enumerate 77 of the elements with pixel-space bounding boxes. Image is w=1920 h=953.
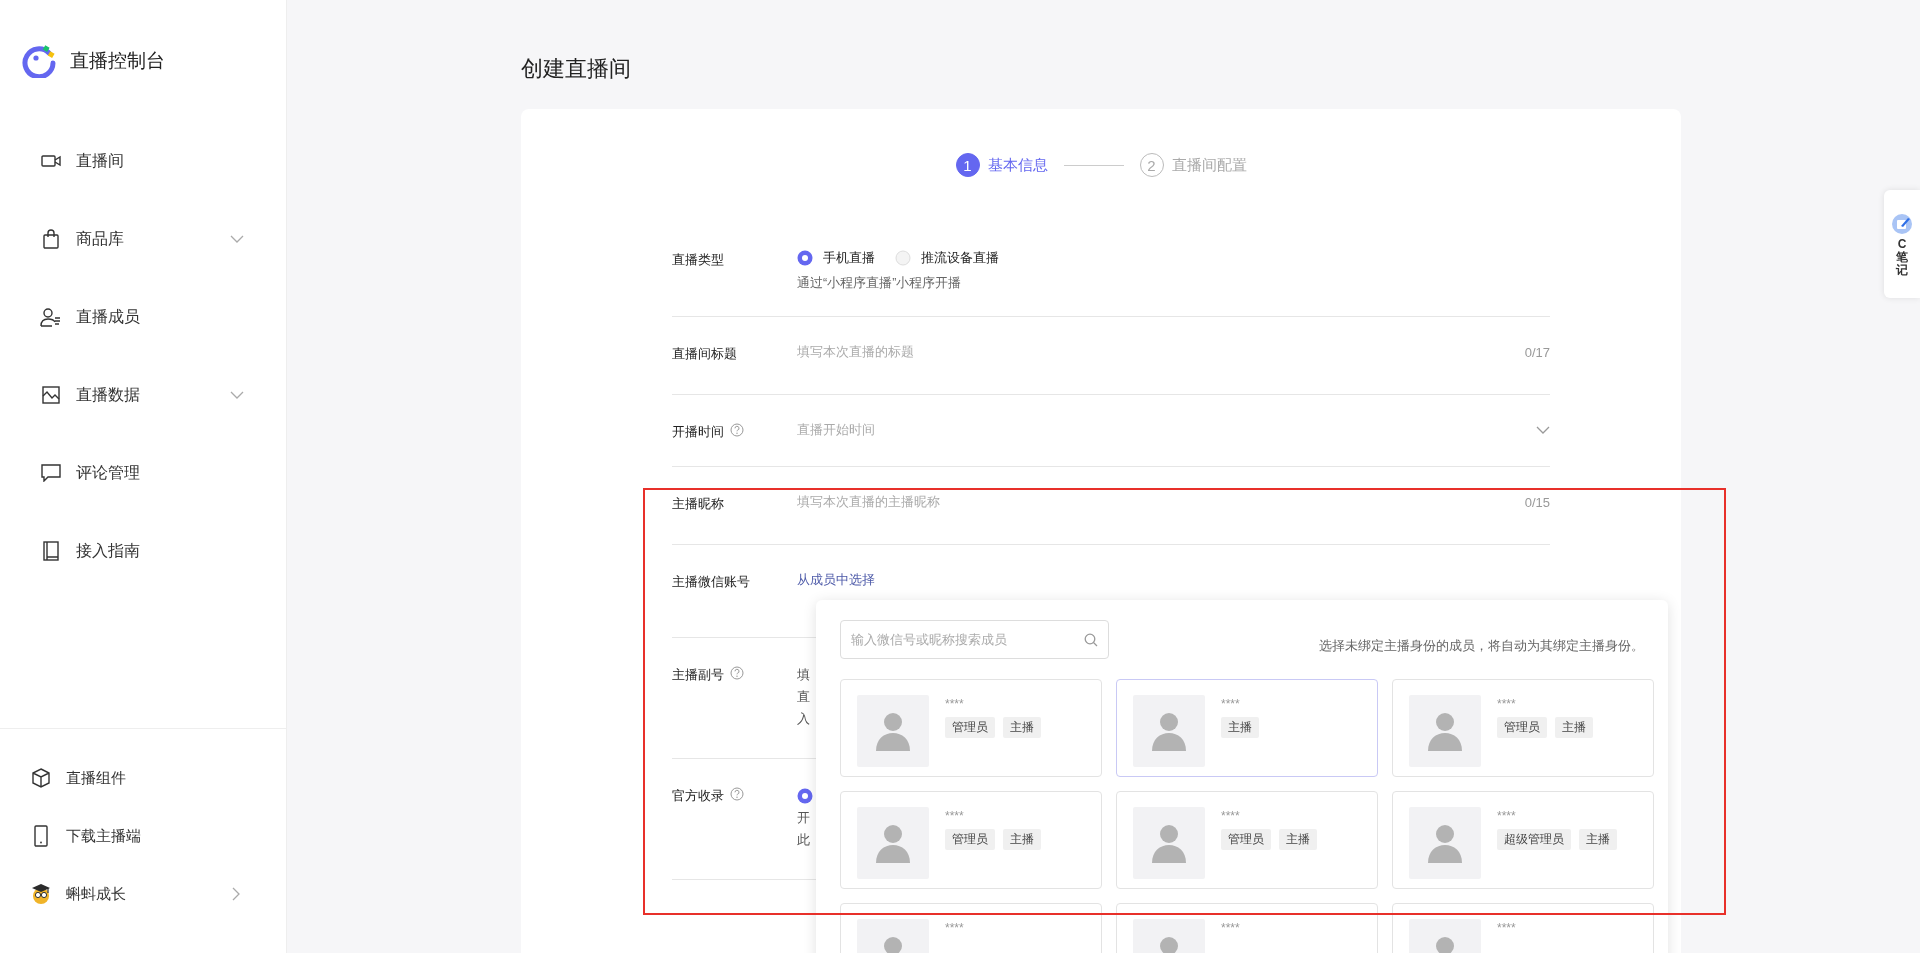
sidebar-item[interactable]: 直播间: [0, 122, 286, 200]
comment-icon: [41, 464, 61, 482]
field-hint: 入: [797, 710, 810, 728]
member-name: ****: [1221, 809, 1241, 823]
field-hint: 直: [797, 688, 810, 706]
role-tag: 主播: [1579, 829, 1617, 850]
sidebar-item[interactable]: 评论管理: [0, 434, 286, 512]
notepad-pen-icon: [1892, 214, 1912, 234]
search-icon: [1084, 632, 1098, 647]
role-tag: 管理员: [945, 717, 995, 738]
role-tag: 主播: [1003, 829, 1041, 850]
step-tab[interactable]: 1 基本信息: [955, 153, 1048, 177]
person-icon: [1426, 823, 1464, 863]
radio-label[interactable]: 推流设备直播: [921, 249, 999, 267]
field-hint: 填: [797, 666, 810, 684]
person-icon: [874, 711, 912, 751]
role-tag: 主播: [1555, 717, 1593, 738]
image-chart-icon: [42, 386, 60, 404]
radio-button[interactable]: [895, 250, 911, 266]
brand-title: 直播控制台: [70, 49, 165, 73]
field-label: 官方收录: [672, 787, 724, 805]
sidebar-item[interactable]: 直播组件: [0, 749, 286, 807]
radio-button[interactable]: [797, 788, 813, 804]
field-label: 直播类型: [672, 251, 724, 269]
chevron-down-icon: [1536, 426, 1550, 434]
member-name: ****: [945, 809, 965, 823]
person-icon: [874, 823, 912, 863]
field-hint: 开: [797, 809, 810, 827]
member-card[interactable]: **** 超级管理员 主播: [1392, 791, 1654, 889]
member-name: ****: [1497, 697, 1517, 711]
field-label: 开播时间: [672, 423, 724, 441]
member-card[interactable]: **** 管理员 主播: [1392, 679, 1654, 777]
member-name: ****: [945, 697, 965, 711]
cube-icon: [31, 768, 51, 788]
role-tag: 管理员: [1497, 717, 1547, 738]
field-label: 主播微信账号: [672, 573, 750, 591]
role-tag: 主播: [1221, 717, 1259, 738]
radio-label[interactable]: 手机直播: [823, 249, 875, 267]
page-title: 创建直播间: [521, 55, 632, 83]
member-card[interactable]: **** 管理员 主播: [840, 791, 1102, 889]
member-card[interactable]: **** 管理员 主播: [1116, 791, 1378, 889]
role-tag: 超级管理员: [1497, 829, 1571, 850]
field-hint: 通过“小程序直播”小程序开播: [797, 275, 963, 292]
field-label: 直播间标题: [672, 345, 737, 363]
sidebar-item[interactable]: 下载主播端: [0, 807, 286, 865]
field-hint: 此: [797, 831, 810, 849]
role-tag: 管理员: [1221, 829, 1271, 850]
role-tag: 主播: [1279, 829, 1317, 850]
mascot-icon: [30, 882, 52, 906]
member-name: ****: [1497, 921, 1516, 935]
logo-icon: [22, 44, 56, 78]
sidebar-item[interactable]: 直播数据: [0, 356, 286, 434]
role-tag: 管理员: [945, 829, 995, 850]
select-member-link[interactable]: 从成员中选择: [797, 571, 1550, 589]
person-icon: [1426, 711, 1464, 751]
picker-hint: 选择未绑定主播身份的成员，将自动为其绑定主播身份。: [1319, 637, 1644, 655]
member-name: ****: [1221, 697, 1241, 711]
video-camera-icon: [41, 153, 61, 169]
member-name: ****: [1221, 921, 1240, 935]
radio-button[interactable]: [797, 250, 813, 266]
sidebar-item[interactable]: 接入指南: [0, 512, 286, 590]
phone-icon: [33, 825, 49, 847]
book-icon: [42, 541, 60, 561]
person-icon: [1150, 711, 1188, 751]
person-icon: [1150, 823, 1188, 863]
member-name: ****: [1497, 809, 1517, 823]
sidebar-item[interactable]: 商品库: [0, 200, 286, 278]
sidebar-item[interactable]: 蝌蚪成长: [0, 865, 286, 923]
field-label: 主播昵称: [672, 495, 724, 513]
field-label: 主播副号: [672, 666, 724, 684]
person-list-icon: [40, 307, 62, 327]
sidebar-item[interactable]: 直播成员: [0, 278, 286, 356]
shopping-bag-icon: [42, 229, 60, 249]
member-card[interactable]: **** 管理员 主播: [840, 679, 1102, 777]
member-name: ****: [945, 921, 964, 935]
member-card[interactable]: **** 主播: [1116, 679, 1378, 777]
role-tag: 主播: [1003, 717, 1041, 738]
